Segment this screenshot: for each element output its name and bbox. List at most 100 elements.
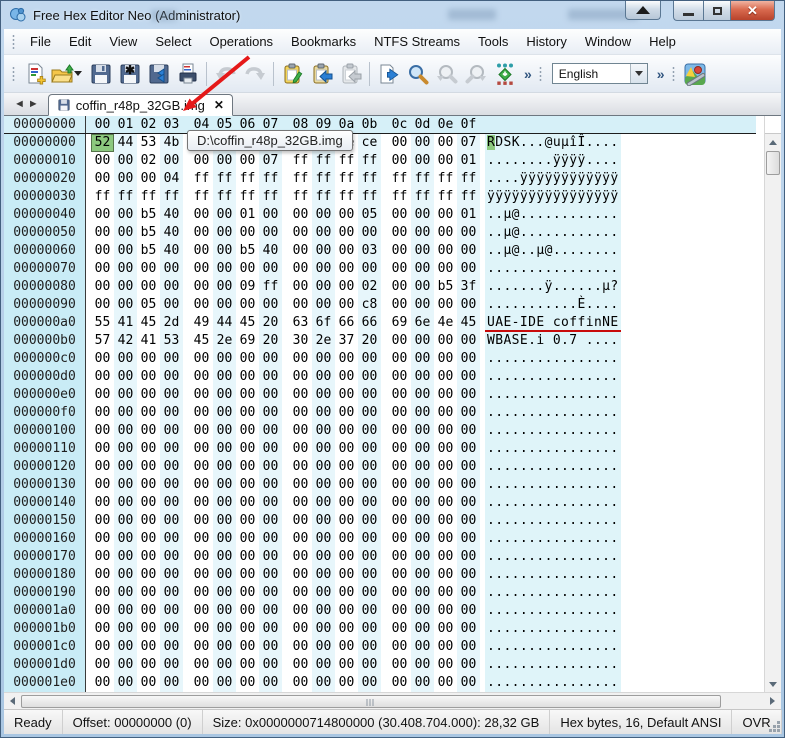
minimize-button[interactable] (673, 1, 703, 21)
hex-byte[interactable]: 00 (160, 458, 183, 476)
tab-scroll-buttons[interactable]: ◄ ► (9, 95, 44, 113)
hex-byte[interactable]: 00 (335, 638, 358, 656)
ascii-text[interactable]: WBASE.i 0.7 .... (485, 332, 621, 350)
hex-byte[interactable]: 00 (457, 368, 480, 386)
hex-byte[interactable]: 00 (236, 440, 259, 458)
hex-byte[interactable]: 00 (434, 530, 457, 548)
ascii-text[interactable]: ................ (485, 476, 621, 494)
hex-byte[interactable]: 00 (213, 242, 236, 260)
hex-byte[interactable]: 00 (160, 386, 183, 404)
hex-byte[interactable]: 00 (259, 638, 282, 656)
paste-inactive-button[interactable] (336, 59, 365, 88)
hex-byte[interactable]: 20 (259, 332, 282, 350)
hex-byte[interactable]: 00 (434, 512, 457, 530)
hex-byte[interactable]: 00 (114, 656, 137, 674)
hex-byte[interactable]: 00 (411, 152, 434, 170)
hex-byte[interactable]: 00 (236, 350, 259, 368)
hex-byte[interactable]: 00 (289, 278, 312, 296)
hex-byte[interactable]: 00 (213, 548, 236, 566)
hex-byte[interactable]: 00 (259, 476, 282, 494)
hex-byte[interactable]: 00 (114, 386, 137, 404)
hex-byte[interactable]: 05 (358, 206, 381, 224)
hex-byte[interactable]: 53 (137, 134, 160, 152)
hex-byte[interactable]: 00 (114, 242, 137, 260)
hex-byte[interactable]: 00 (213, 440, 236, 458)
hex-byte[interactable]: 00 (457, 242, 480, 260)
hex-byte[interactable]: 00 (411, 656, 434, 674)
hex-byte[interactable]: 00 (236, 656, 259, 674)
hex-byte[interactable]: c8 (358, 296, 381, 314)
hex-byte[interactable]: 00 (388, 278, 411, 296)
hex-byte[interactable]: 00 (289, 422, 312, 440)
hex-byte[interactable]: 00 (160, 440, 183, 458)
hex-byte[interactable]: 00 (335, 548, 358, 566)
hex-byte[interactable]: 00 (335, 458, 358, 476)
hex-byte[interactable]: 02 (358, 278, 381, 296)
hex-byte[interactable]: 00 (358, 512, 381, 530)
hex-byte[interactable]: 00 (335, 224, 358, 242)
hex-byte[interactable]: 00 (335, 350, 358, 368)
hex-byte[interactable]: 00 (213, 602, 236, 620)
hex-byte[interactable]: 00 (190, 206, 213, 224)
hex-byte[interactable]: 00 (388, 332, 411, 350)
close-button[interactable]: ✕ (731, 1, 775, 21)
hex-byte[interactable]: 00 (388, 350, 411, 368)
hex-byte[interactable]: 00 (312, 260, 335, 278)
save-all-button[interactable] (144, 59, 173, 88)
hex-byte[interactable]: ff (190, 170, 213, 188)
hex-byte[interactable]: 00 (289, 458, 312, 476)
hex-byte[interactable]: 00 (137, 620, 160, 638)
hex-byte[interactable]: 00 (236, 296, 259, 314)
hex-byte[interactable]: 00 (411, 350, 434, 368)
hex-byte[interactable]: 00 (160, 548, 183, 566)
hex-byte[interactable]: 00 (289, 602, 312, 620)
hex-byte[interactable]: 00 (312, 566, 335, 584)
hex-byte[interactable]: 00 (213, 638, 236, 656)
hex-byte[interactable]: 00 (114, 440, 137, 458)
hex-byte[interactable]: 00 (388, 440, 411, 458)
hex-byte[interactable]: 00 (335, 368, 358, 386)
hex-byte[interactable]: 00 (259, 566, 282, 584)
hex-byte[interactable]: 00 (213, 152, 236, 170)
hex-byte[interactable]: 00 (91, 224, 114, 242)
hex-byte[interactable]: 00 (236, 584, 259, 602)
hex-byte[interactable]: 00 (457, 422, 480, 440)
hex-byte[interactable]: 57 (91, 332, 114, 350)
hex-byte[interactable]: 00 (457, 494, 480, 512)
hex-byte[interactable]: 00 (335, 602, 358, 620)
hex-byte[interactable]: 00 (137, 584, 160, 602)
hex-byte[interactable]: 66 (358, 314, 381, 332)
hex-byte[interactable]: 00 (213, 368, 236, 386)
hex-byte[interactable]: 00 (457, 386, 480, 404)
hex-byte[interactable]: 00 (434, 368, 457, 386)
hex-byte[interactable]: 00 (289, 512, 312, 530)
hex-byte[interactable]: 00 (434, 152, 457, 170)
hex-byte[interactable]: 00 (411, 332, 434, 350)
hex-byte[interactable]: 00 (289, 404, 312, 422)
hex-byte[interactable]: 00 (289, 368, 312, 386)
hex-byte[interactable]: 00 (137, 278, 160, 296)
hex-byte[interactable]: 40 (259, 242, 282, 260)
hex-byte[interactable]: 00 (411, 566, 434, 584)
hex-byte[interactable]: 00 (91, 296, 114, 314)
hex-byte[interactable]: 00 (388, 386, 411, 404)
hex-byte[interactable]: 00 (457, 296, 480, 314)
hex-byte[interactable]: 00 (289, 242, 312, 260)
hex-byte[interactable]: 00 (335, 440, 358, 458)
hex-byte[interactable]: 00 (312, 476, 335, 494)
hex-byte[interactable]: 00 (457, 620, 480, 638)
ascii-text[interactable]: ................ (485, 620, 621, 638)
hex-byte[interactable]: 00 (114, 494, 137, 512)
hex-byte[interactable]: 00 (259, 674, 282, 692)
copy-to-file-button[interactable] (374, 59, 403, 88)
tab-scroll-left-icon[interactable]: ◄ (14, 98, 25, 110)
tab-scroll-right-icon[interactable]: ► (28, 98, 39, 110)
hex-byte[interactable]: 00 (137, 422, 160, 440)
goto-offset-button[interactable] (490, 59, 519, 88)
hex-byte[interactable]: 00 (411, 458, 434, 476)
hex-byte[interactable]: 00 (259, 350, 282, 368)
hex-byte[interactable]: 00 (236, 152, 259, 170)
hex-byte[interactable]: ff (457, 170, 480, 188)
hex-byte[interactable]: 69 (236, 332, 259, 350)
hex-byte[interactable]: 00 (312, 350, 335, 368)
